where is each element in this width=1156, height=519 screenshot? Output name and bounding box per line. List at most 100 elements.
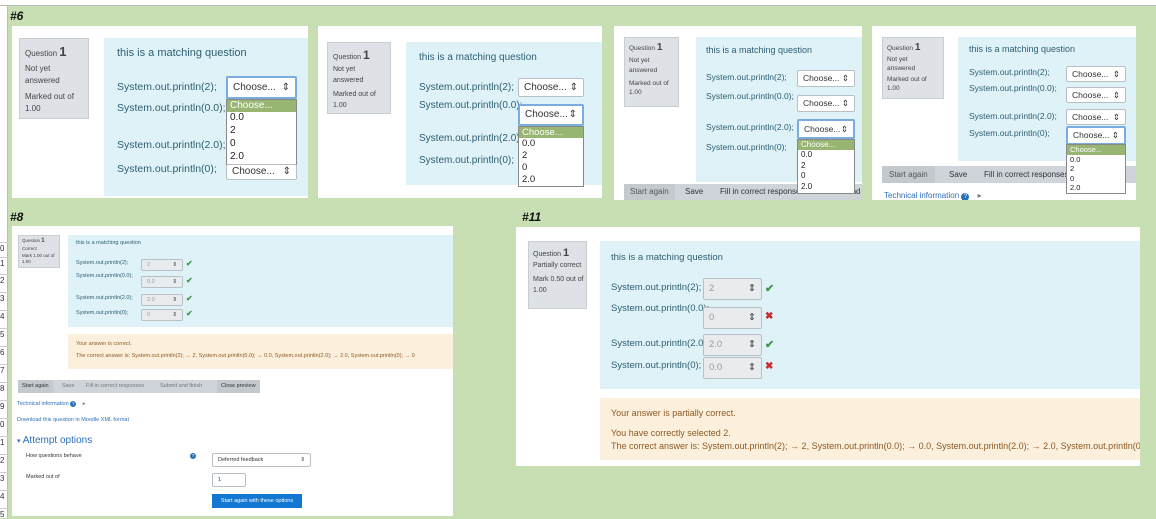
row-number: 0 [0,420,5,429]
attempt-options-heading[interactable]: ▾ Attempt options [17,435,92,446]
correct-icon: ✔ [186,294,193,303]
question-text: this is a matching question [419,52,537,63]
select-arrows-icon: ⇕ [300,457,305,463]
select-value: 2.0 [709,339,723,350]
row-number: 3 [0,294,5,303]
question-state: Not yet answered [629,57,658,74]
start-again-button[interactable]: Start again [624,184,675,200]
dropdown-option[interactable]: 0.0 [519,138,583,150]
help-icon[interactable]: ? [190,453,196,459]
dropdown-option[interactable]: 2.0 [519,174,583,186]
dropdown-option[interactable]: 2.0 [798,182,854,193]
dropdown-option[interactable]: Choose... [798,140,854,150]
answer-select-2[interactable]: Choose... ⇕ [1066,87,1126,103]
screenshot-8: Question 1 Correct Mark 1.00 out of 1.00… [12,226,453,516]
answer-select-1[interactable]: Choose... ⇕ [1066,66,1126,82]
submit-finish-button[interactable]: Submit and finish [160,383,202,389]
screenshot-6a: Question 1 Not yet answered Marked out o… [12,26,308,198]
help-icon[interactable]: ? [70,401,77,407]
dropdown-list[interactable]: Choose... 0.0 2 0 2.0 [518,126,584,187]
label-6: #6 [10,9,24,23]
dropdown-option[interactable]: 2.0 [1067,183,1125,193]
answer-select-1[interactable]: Choose... ⇕ [797,70,855,87]
question-number: 1 [562,247,570,259]
select-value: 0 [709,312,715,323]
label-8: #8 [10,210,24,224]
save-button[interactable]: Save [62,383,75,389]
answer-select-2[interactable]: Choose... ⇕ [797,95,855,112]
start-again-with-options-button[interactable]: Start again with these options [212,494,302,508]
feedback-result: Your answer is correct. [76,341,132,347]
fill-correct-button[interactable]: Fill in correct responses [984,170,1068,179]
dropdown-option[interactable]: Choose... [227,100,296,112]
select-arrows-icon: ⇕ [281,82,290,93]
technical-information-link[interactable]: Technical information ? ▸ [884,191,982,200]
stem-4: System.out.println(0); [419,155,515,166]
question-grade: Marked out of 1.00 [25,92,74,113]
answer-select-2[interactable]: Choose... ⇕ [518,104,584,126]
select-value: Deferred feedback [218,457,264,463]
attempt-options-label: Attempt options [22,435,93,446]
row-divider [0,292,8,293]
dropdown-list[interactable]: Choose... 0.0 2 0 2.0 [1066,144,1126,194]
dropdown-option[interactable]: 0.0 [1067,155,1125,165]
answer-select-4[interactable]: Choose... ⇕ [1066,126,1126,145]
dropdown-option[interactable]: 2 [1067,164,1125,174]
answer-select-4[interactable]: Choose... ⇕ [226,164,297,180]
behaviour-label: How questions behave [26,453,82,459]
answer-select-1[interactable]: Choose... ⇕ [518,78,584,97]
question-number: 1 [914,42,921,53]
stem-4: System.out.println(0); [969,128,1050,138]
dropdown-option[interactable]: 0.0 [798,150,854,161]
start-again-button[interactable]: Start again [18,380,53,393]
row-divider [0,382,8,383]
dropdown-option[interactable]: 0.0 [227,112,296,125]
dropdown-option[interactable]: 0 [798,171,854,182]
start-again-button[interactable]: Start again [882,166,935,183]
feedback-right-answer: The correct answer is: System.out.printl… [611,441,1140,451]
fill-correct-button[interactable]: Fill in correct responses [720,187,804,196]
stem-4: System.out.println(0); [706,142,787,152]
answer-select-1[interactable]: Choose... ⇕ [226,76,297,99]
expand-icon[interactable]: ▸ [978,191,982,200]
row-divider [0,508,8,509]
expand-icon[interactable]: ▸ [83,401,86,407]
dropdown-option[interactable]: Choose... [519,127,583,138]
marked-out-of-input[interactable]: 1 [212,473,246,487]
stem-1: System.out.println(2); [419,82,515,93]
question-grade: Marked out of 1.00 [333,91,376,109]
answer-select-3[interactable]: Choose... ⇕ [1066,109,1126,125]
dropdown-option[interactable]: 2 [798,161,854,172]
row-number: 1 [0,259,5,268]
dropdown-list[interactable]: Choose... 0.0 2 0 2.0 [797,139,855,194]
select-arrows-icon: ⇕ [172,312,177,318]
answer-select-3[interactable]: Choose... ⇕ [797,119,855,139]
dropdown-list[interactable]: Choose... 0.0 2 0 2.0 [226,99,297,165]
select-arrows-icon: ⇕ [282,166,291,177]
save-button[interactable]: Save [949,170,967,179]
fill-correct-button[interactable]: Fill in correct responses [86,383,144,389]
technical-information-link[interactable]: Technical information ? ▸ [17,401,86,407]
save-button[interactable]: Save [685,187,703,196]
question-text: this is a matching question [117,47,247,59]
stem-3: System.out.println(2.0); [969,111,1057,121]
row-number: 4 [0,492,5,501]
chevron-down-icon: ▾ [17,438,21,445]
dropdown-option[interactable]: 2 [227,125,296,138]
question-text: this is a matching question [611,252,723,263]
download-xml-link[interactable]: Download this question in Moodle XML for… [17,417,129,423]
question-number: 1 [656,42,663,53]
dropdown-option[interactable]: 2.0 [227,151,296,164]
behaviour-select[interactable]: Deferred feedback ⇕ [212,453,311,467]
dropdown-option[interactable]: 0 [1067,174,1125,184]
dropdown-option[interactable]: Choose... [1067,145,1125,155]
stem-3: System.out.println(2.0); [706,122,794,132]
question-title: Question [533,251,562,258]
dropdown-option[interactable]: 2 [519,150,583,162]
dropdown-option[interactable]: 0 [519,162,583,174]
question-content: this is a matching question System.out.p… [104,38,308,196]
close-preview-button[interactable]: Close preview [217,380,260,393]
dropdown-option[interactable]: 0 [227,138,296,151]
question-info: Question 1 Not yet answered Marked out o… [624,37,679,107]
help-icon[interactable]: ? [961,193,970,200]
